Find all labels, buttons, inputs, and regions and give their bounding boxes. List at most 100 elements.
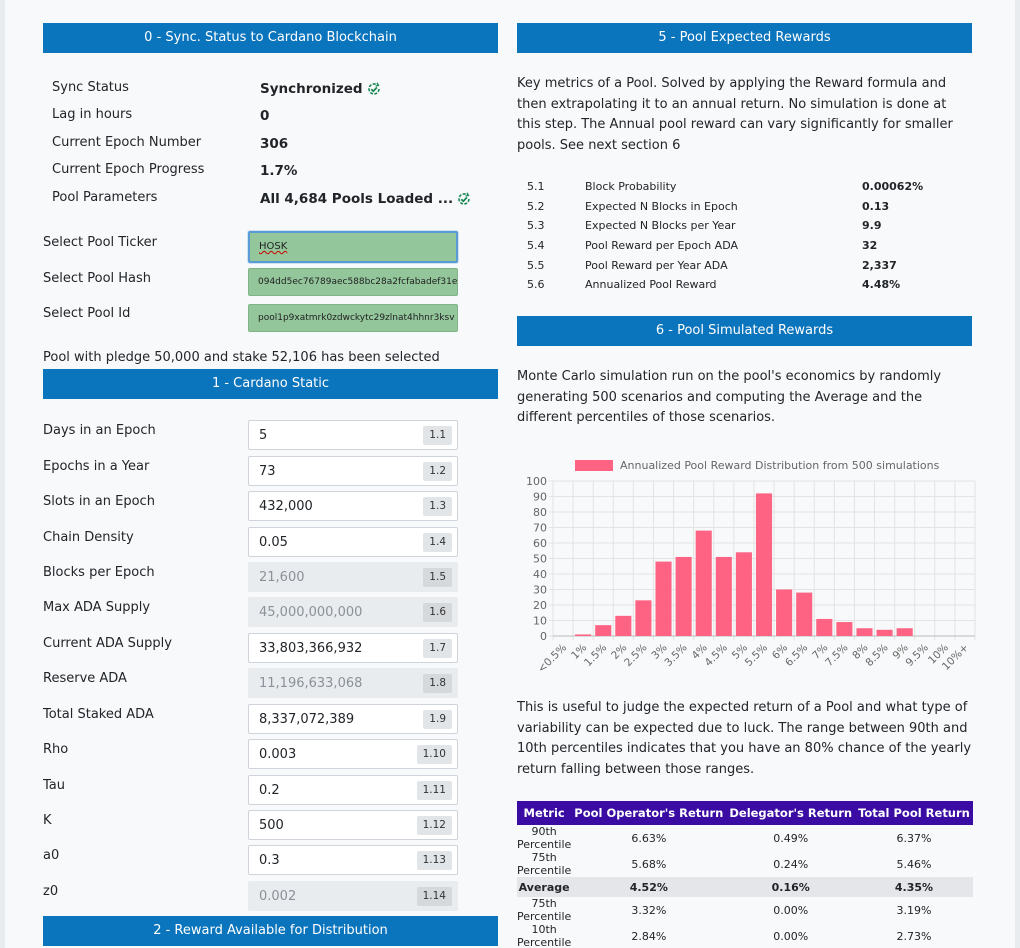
param-tag: 1.9 [423, 710, 452, 729]
x-tick-label: 3.5% [662, 642, 689, 669]
y-tick-label: 90 [533, 491, 547, 504]
chart-legend: Annualized Pool Reward Distribution from… [620, 459, 940, 472]
pool-ticker-select[interactable]: HOSK [248, 231, 458, 263]
chart-bar [816, 618, 833, 636]
table-cell: 5.46% [896, 857, 932, 871]
chart-bar [635, 600, 652, 636]
section-header-cardano-static: 1 - Cardano Static [43, 369, 498, 399]
metric-value: 9.9 [862, 219, 882, 232]
y-tick-label: 30 [533, 584, 547, 597]
sync-value-row: Synchronized [260, 78, 382, 97]
metric-label: Pool Reward per Year ADA [585, 259, 728, 272]
param-value: 73 [259, 464, 276, 479]
param-input[interactable]: 0.05 1.4 [248, 527, 458, 557]
param-tag: 1.7 [423, 639, 452, 658]
y-tick-label: 100 [526, 475, 547, 488]
param-value: 0.003 [259, 747, 297, 762]
param-input[interactable]: 500 1.12 [248, 810, 458, 840]
param-label: Rho [43, 742, 69, 757]
pool-id-value: pool1p9xatmrk0zdwckytc29zlnat4hhnr3ksv [258, 313, 455, 323]
param-input: 11,196,633,068 1.8 [248, 668, 458, 698]
metric-value: 4.48% [862, 278, 901, 291]
metric-label: Pool Reward per Epoch ADA [585, 239, 738, 252]
pool-hash-select[interactable]: 094dd5ec76789aec588bc28a2fcfabadef31e [248, 268, 458, 296]
metric-label: Block Probability [585, 180, 677, 193]
param-tag: 1.5 [423, 568, 452, 587]
table-cell: 6.37% [896, 831, 932, 845]
param-label: Tau [43, 778, 65, 793]
table-row: 10th Percentile 2.84% 0.00% 2.73% [517, 923, 973, 948]
chart-bar [896, 628, 913, 636]
sync-value: 0 [260, 108, 270, 124]
returns-table: Metric Pool Operator's Return Delegator's … [517, 801, 973, 948]
param-input[interactable]: 0.2 1.11 [248, 775, 458, 805]
x-tick-label: 9.5% [904, 642, 931, 669]
chart-bar [796, 592, 813, 636]
sync-value-row: 0 [260, 105, 269, 124]
param-tag: 1.14 [416, 887, 452, 906]
param-value: 8,337,072,389 [259, 712, 355, 727]
table-row: 75th Percentile 3.32% 0.00% 3.19% [517, 897, 973, 923]
param-label: K [43, 813, 52, 828]
sync-value: All 4,684 Pools Loaded ... [260, 191, 454, 207]
chart-bar [735, 552, 752, 636]
table-row: Average 4.52% 0.16% 4.35% [517, 877, 973, 897]
expected-rewards-description: Key metrics of a Pool. Solved by applyin… [517, 76, 953, 154]
table-header-cell: Total Pool Return [855, 801, 973, 825]
table-cell: 0.49% [773, 831, 809, 845]
x-tick-label: 1.5% [582, 642, 609, 669]
sync-value-row: 306 [260, 133, 288, 152]
table-row: 90th Percentile 6.63% 0.49% 6.37% [517, 825, 973, 851]
table-header-cell: Metric [517, 801, 572, 825]
param-tag: 1.8 [423, 674, 452, 693]
param-input[interactable]: 432,000 1.3 [248, 491, 458, 521]
section-header-reward-available: 2 - Reward Available for Distribution [43, 916, 498, 946]
param-input[interactable]: 8,337,072,389 1.9 [248, 704, 458, 734]
metric-value: 32 [862, 239, 878, 252]
metric-number: 5.5 [527, 259, 545, 272]
param-label: Total Staked ADA [43, 707, 154, 722]
table-cell: 4.52% [571, 877, 727, 897]
chart-bar [836, 622, 853, 636]
table-cell: 5.68% [631, 857, 667, 871]
param-label: Max ADA Supply [43, 600, 151, 615]
param-input[interactable]: 73 1.2 [248, 456, 458, 486]
metric-number: 5.4 [527, 239, 545, 252]
y-tick-label: 0 [540, 630, 547, 643]
metric-label: Expected N Blocks in Epoch [585, 200, 738, 213]
y-tick-label: 20 [533, 599, 547, 612]
param-label: Epochs in a Year [43, 459, 150, 474]
sync-label: Current Epoch Number [52, 135, 202, 150]
x-tick-label: 5.5% [743, 642, 770, 669]
param-input[interactable]: 5 1.1 [248, 420, 458, 450]
pool-id-select[interactable]: pool1p9xatmrk0zdwckytc29zlnat4hhnr3ksv [248, 304, 458, 332]
param-input[interactable]: 33,803,366,932 1.7 [248, 633, 458, 663]
param-tag: 1.4 [423, 533, 452, 552]
param-tag: 1.13 [416, 851, 452, 870]
section-header-expected-rewards: 5 - Pool Expected Rewards [517, 23, 972, 53]
pool-hash-label: Select Pool Hash [43, 271, 152, 286]
x-tick-label: 8.5% [863, 642, 890, 669]
table-cell: 4.35% [855, 877, 973, 897]
pool-id-label: Select Pool Id [43, 306, 131, 321]
param-tag: 1.1 [423, 426, 452, 445]
param-input[interactable]: 0.3 1.13 [248, 845, 458, 875]
refresh-check-icon [458, 191, 470, 205]
param-value: 0.2 [259, 783, 280, 798]
chart-bar [715, 556, 732, 636]
param-value: 432,000 [259, 499, 313, 514]
param-input[interactable]: 0.003 1.10 [248, 739, 458, 769]
param-label: Days in an Epoch [43, 423, 156, 438]
x-tick-label: 4.5% [703, 642, 730, 669]
param-value: 21,600 [259, 570, 305, 585]
y-tick-label: 60 [533, 537, 547, 550]
metric-number: 5.6 [527, 278, 545, 291]
param-label: Slots in an Epoch [43, 494, 155, 509]
sync-value: Synchronized [260, 81, 363, 97]
table-cell: 2.73% [896, 929, 932, 943]
param-input: 45,000,000,000 1.6 [248, 597, 458, 627]
y-tick-label: 40 [533, 568, 547, 581]
param-input: 21,600 1.5 [248, 562, 458, 592]
x-tick-label: 7.5% [823, 642, 850, 669]
y-tick-label: 10 [533, 615, 547, 628]
